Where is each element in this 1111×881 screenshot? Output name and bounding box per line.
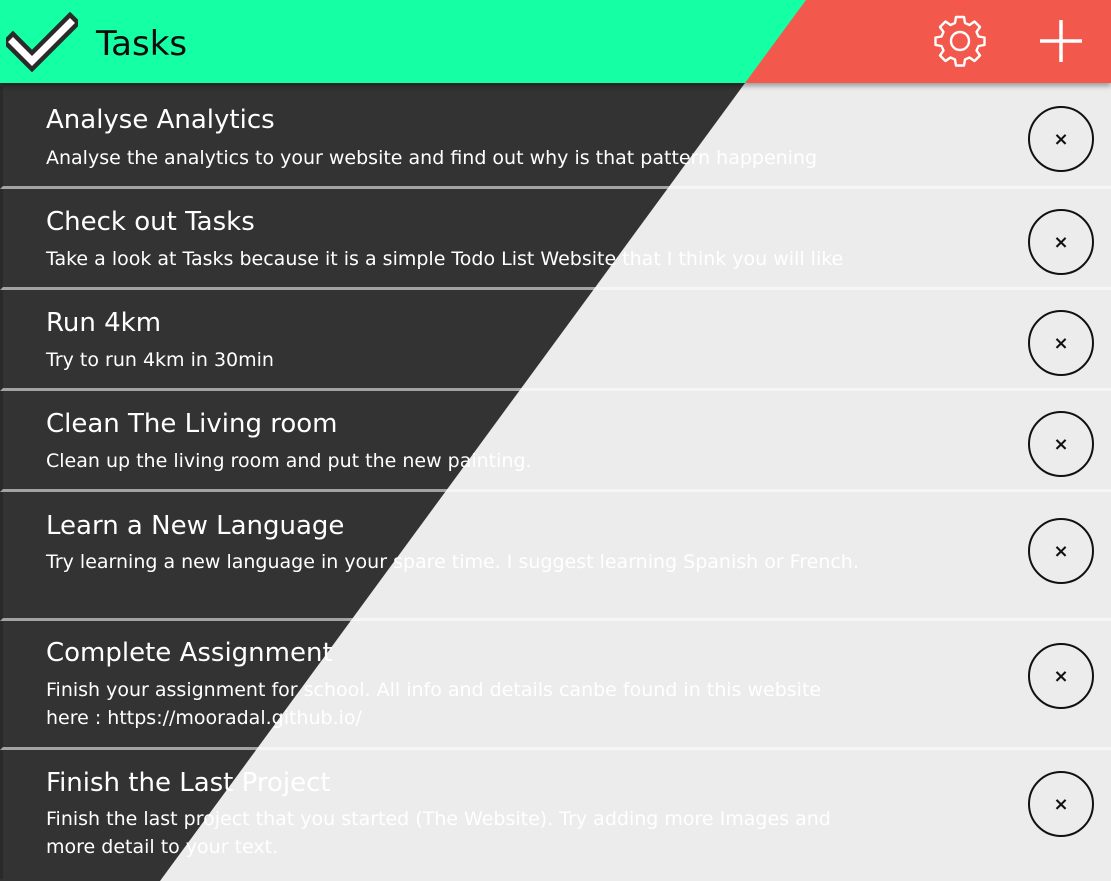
task-description: Try to run 4km in 30min [46, 349, 274, 371]
delete-task-button[interactable]: × [1028, 643, 1094, 709]
task-description: Analyse the analytics to your website an… [46, 147, 818, 169]
task-description: Clean up the living room and put the new… [46, 450, 532, 472]
task-title: Clean The Living room [46, 409, 338, 439]
delete-task-button[interactable]: × [1028, 411, 1094, 477]
task-title: Finish the Last Project [46, 768, 331, 798]
task-description: Finish the last project that you started… [46, 808, 831, 858]
delete-task-button[interactable]: × [1028, 771, 1094, 837]
task-title: Analyse Analytics [46, 105, 275, 135]
delete-task-button[interactable]: × [1028, 209, 1094, 275]
gear-icon[interactable] [934, 15, 986, 67]
list-item: Check out Tasks Take a look at Tasks bec… [0, 189, 1111, 290]
task-title: Complete Assignment [46, 638, 333, 668]
list-item: Complete Assignment Finish your assignme… [0, 621, 1111, 750]
page-title: Tasks [96, 24, 188, 64]
checkmark-icon [6, 12, 78, 72]
task-description: Take a look at Tasks because it is a sim… [46, 248, 844, 270]
list-item: Clean The Living room Clean up the livin… [0, 391, 1111, 492]
task-title: Check out Tasks [46, 207, 255, 237]
list-item: Run 4km Try to run 4km in 30min × [0, 290, 1111, 391]
task-description: Try learning a new language in your spar… [46, 551, 859, 573]
task-description: Finish your assignment for school. All i… [46, 679, 822, 729]
delete-task-button[interactable]: × [1028, 310, 1094, 376]
delete-task-button[interactable]: × [1028, 518, 1094, 584]
list-item: Finish the Last Project Finish the last … [0, 750, 1111, 879]
app-window: Tasks Analyse Analytics Analyse the anal… [0, 0, 1111, 881]
delete-task-button[interactable]: × [1028, 106, 1094, 172]
task-title: Learn a New Language [46, 511, 345, 541]
task-list: Analyse Analytics Analyse the analytics … [0, 86, 1111, 879]
plus-icon[interactable] [1036, 16, 1086, 66]
list-item: Analyse Analytics Analyse the analytics … [0, 86, 1111, 189]
list-item: Learn a New Language Try learning a new … [0, 492, 1111, 621]
task-title: Run 4km [46, 308, 162, 338]
header-bar: Tasks [0, 0, 1111, 83]
